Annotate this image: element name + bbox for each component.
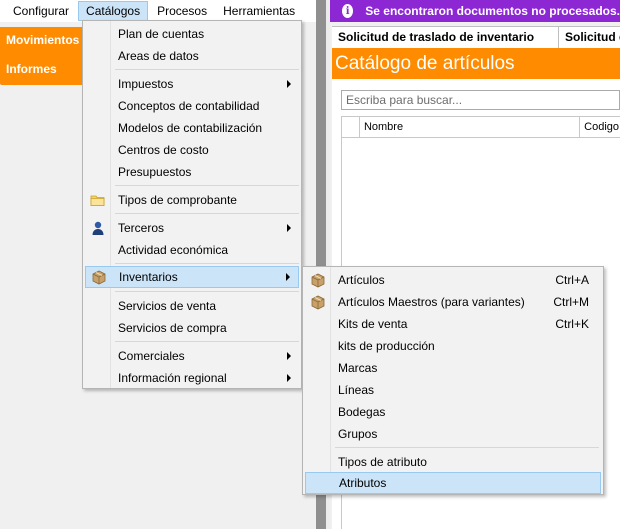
menu-item-servicios-de-venta[interactable]: Servicios de venta [85,295,299,317]
menu-item-label: Tipos de comprobante [118,193,237,207]
menu-item-label: Centros de costo [118,143,209,157]
submenu-arrow-icon [286,273,290,281]
menu-item-centros-de-costo[interactable]: Centros de costo [85,139,299,161]
menu-item-label: Atributos [339,476,387,490]
menu-item-label: Servicios de venta [118,299,217,313]
nav-movimientos[interactable]: Movimientos [0,27,86,56]
menu-item-articulos[interactable]: Artículos Ctrl+A [305,269,601,291]
submenu-arrow-icon [287,224,291,232]
menu-item-conceptos-de-contabilidad[interactable]: Conceptos de contabilidad [85,95,299,117]
menu-item-label: Conceptos de contabilidad [118,99,260,113]
menu-procesos[interactable]: Procesos [150,1,214,21]
menu-item-label: Plan de cuentas [118,27,205,41]
menu-item-label: kits de producción [338,339,435,353]
menu-catalogos[interactable]: Catálogos [78,1,149,21]
menu-separator [115,263,299,264]
menu-item-tipos-de-atributo[interactable]: Tipos de atributo [305,451,601,473]
menu-item-marcas[interactable]: Marcas [305,357,601,379]
menu-item-kits-de-venta[interactable]: Kits de venta Ctrl+K [305,313,601,335]
menu-item-label: Líneas [338,383,375,397]
column-header-nombre[interactable]: Nombre [360,117,581,138]
menu-item-plan-de-cuentas[interactable]: Plan de cuentas [85,23,299,45]
menu-item-label: Inventarios [119,270,178,284]
menu-item-articulos-maestros[interactable]: Artículos Maestros (para variantes) Ctrl… [305,291,601,313]
menu-item-actividad-economica[interactable]: Actividad económica [85,239,299,261]
menu-item-tipos-de-comprobante[interactable]: Tipos de comprobante [85,189,299,211]
menu-item-grupos[interactable]: Grupos [305,423,601,445]
menu-item-label: Servicios de compra [118,321,227,335]
tab-solicitud-2[interactable]: Solicitud d [559,27,620,48]
menu-item-informacion-regional[interactable]: Información regional [85,367,299,389]
submenu-arrow-icon [287,352,291,360]
menu-item-label: Presupuestos [118,165,192,179]
grid-header: Nombre Codigo [342,117,620,138]
menu-item-label: Areas de datos [118,49,199,63]
menu-configurar[interactable]: Configurar [6,1,76,21]
menu-item-label: Marcas [338,361,378,375]
menu-item-kits-de-produccion[interactable]: kits de producción [305,335,601,357]
menu-separator [115,291,299,292]
box-icon [311,273,325,288]
menu-item-label: Kits de venta [338,317,408,331]
menu-item-label: Modelos de contabilización [118,121,263,135]
submenu-arrow-icon [287,80,291,88]
menu-item-label: Información regional [118,371,227,385]
nav-informes[interactable]: Informes [0,56,86,85]
menu-item-bodegas[interactable]: Bodegas [305,401,601,423]
row-selector-header[interactable] [342,117,360,138]
menu-item-label: Actividad económica [118,243,229,257]
menu-item-presupuestos[interactable]: Presupuestos [85,161,299,183]
tab-solicitud-traslado[interactable]: Solicitud de traslado de inventario [332,27,559,48]
box-icon [311,295,325,310]
menu-item-label: Bodegas [338,405,386,419]
menu-bar: Configurar Catálogos Procesos Herramient… [0,0,316,22]
notification-text: Se encontraron documentos no procesados. [365,4,620,18]
menu-separator [115,69,299,70]
menu-item-servicios-de-compra[interactable]: Servicios de compra [85,317,299,339]
menu-separator [115,213,299,214]
menu-item-lineas[interactable]: Líneas [305,379,601,401]
info-icon: i [342,4,354,18]
box-icon [92,270,106,285]
menu-item-label: Artículos Maestros (para variantes) [338,295,525,309]
search-input[interactable]: Escriba para buscar... [341,90,620,110]
menu-item-label: Artículos [338,273,385,287]
inventarios-submenu: Artículos Ctrl+A Artículos Maestros (par… [302,266,604,495]
menu-item-areas-de-datos[interactable]: Areas de datos [85,45,299,67]
column-header-codigo[interactable]: Codigo [580,117,620,138]
menu-separator [335,447,599,448]
left-nav: Movimientos Informes [0,27,86,85]
menu-item-terceros[interactable]: Terceros [85,217,299,239]
menu-item-impuestos[interactable]: Impuestos [85,73,299,95]
submenu-arrow-icon [287,374,291,382]
menu-separator [115,341,299,342]
menu-item-inventarios[interactable]: Inventarios [85,266,299,288]
menu-item-label: Terceros [118,221,165,235]
shortcut-label: Ctrl+K [555,317,589,331]
catalogos-menu: Plan de cuentas Areas de datos Impuestos… [82,20,302,389]
menu-item-label: Impuestos [118,77,174,91]
shortcut-label: Ctrl+A [555,273,589,287]
folder-icon [90,195,105,206]
menu-item-label: Tipos de atributo [338,455,427,469]
menu-item-modelos-de-contabilizacion[interactable]: Modelos de contabilización [85,117,299,139]
menu-item-atributos[interactable]: Atributos [305,472,601,494]
menu-separator [115,185,299,186]
menu-herramientas[interactable]: Herramientas [216,1,302,21]
menu-item-comerciales[interactable]: Comerciales [85,345,299,367]
menu-item-label: Comerciales [118,349,185,363]
menu-item-label: Grupos [338,427,378,441]
shortcut-label: Ctrl+M [553,295,589,309]
notification-bar[interactable]: i Se encontraron documentos no procesado… [330,0,620,22]
document-tabs: Solicitud de traslado de inventario Soli… [332,26,620,48]
person-icon [92,221,104,235]
page-title: Catálogo de artículos [332,48,620,79]
